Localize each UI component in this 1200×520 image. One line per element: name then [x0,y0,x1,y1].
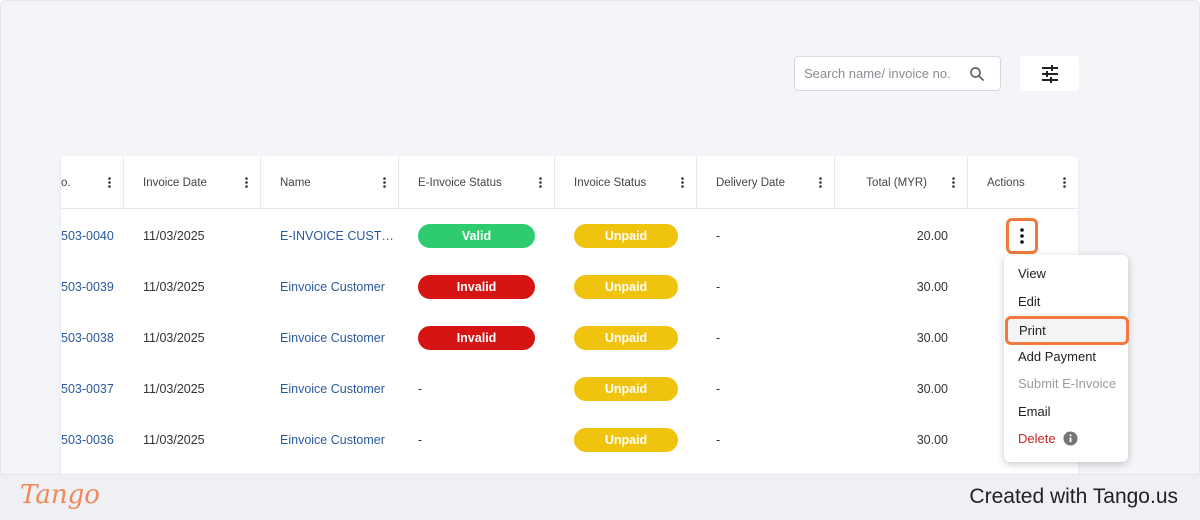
einvoice-status-badge: Invalid [418,274,535,299]
invoice-date: 11/03/2025 [143,432,205,447]
menu-item-submit-einvoice: Submit E-Invoice [1018,376,1117,391]
sliders-icon [1041,64,1058,83]
column-label: Delivery Date [716,176,786,189]
column-header-actions[interactable]: Actions [968,156,1078,209]
invoice-status-cell: Unpaid [574,363,678,414]
invoice-status-badge: Unpaid [574,427,678,452]
row-actions-menu: View Edit Print Add Payment Submit E-Inv… [1004,255,1129,462]
invoice-date: 11/03/2025 [143,228,205,243]
search-box[interactable] [794,56,1001,91]
column-header-invoice-no[interactable]: o. [61,156,124,209]
column-header-invoice-date[interactable]: Invoice Date [124,156,261,209]
invoice-no[interactable]: 503-0039 [61,261,114,312]
customer-name[interactable]: E-INVOICE CUST… [280,210,394,261]
column-label: o. [61,176,71,189]
search-icon[interactable] [968,65,986,83]
delivery-date: - [716,381,721,396]
table-header: o. Invoice Date Name E-Invoice Status In… [61,156,1078,209]
delivery-date: - [716,228,721,243]
invoice-total: 20.00 [916,228,948,243]
menu-item-email[interactable]: Email [1004,398,1128,425]
invoice-date: 11/03/2025 [143,279,205,294]
invoice-no[interactable]: 503-0036 [61,414,114,465]
einvoice-status-cell: Invalid [418,312,535,363]
table-row[interactable]: 503-0039 11/03/2025 Einvoice Customer In… [61,261,1078,312]
invoice-date: 11/03/2025 [143,330,205,345]
einvoice-status-badge: Invalid [418,325,535,350]
column-header-invoice-status[interactable]: Invoice Status [555,156,697,209]
tango-logo: Tango [20,480,100,510]
invoice-status-badge: Unpaid [574,274,678,299]
invoice-total: 30.00 [916,330,948,345]
more-vertical-icon[interactable] [108,177,111,188]
more-vertical-icon[interactable] [539,177,542,188]
table-row[interactable]: 503-0038 11/03/2025 Einvoice Customer In… [61,312,1078,363]
delivery-date: - [716,330,721,345]
menu-item-edit[interactable]: Edit [1004,288,1128,315]
column-header-delivery-date[interactable]: Delivery Date [697,156,835,209]
einvoice-status: - [418,432,423,447]
column-label: Actions [987,176,1025,189]
invoice-status-cell: Unpaid [574,414,678,465]
more-vertical-icon[interactable] [245,177,248,188]
created-with-text: Created with Tango.us [969,485,1178,508]
column-header-total[interactable]: Total (MYR) [835,156,968,209]
more-vertical-icon[interactable] [383,177,386,188]
menu-item-view[interactable]: View [1004,260,1128,287]
einvoice-status: - [418,381,423,396]
info-icon[interactable] [1063,431,1078,446]
customer-name[interactable]: Einvoice Customer [280,363,385,414]
more-vertical-icon[interactable] [681,177,684,188]
einvoice-status-cell: Valid [418,210,535,261]
customer-name[interactable]: Einvoice Customer [280,261,385,312]
invoice-status-cell: Unpaid [574,261,678,312]
invoice-table: o. Invoice Date Name E-Invoice Status In… [61,156,1078,474]
more-vertical-icon[interactable] [819,177,822,188]
invoice-total: 30.00 [916,432,948,447]
column-label: Invoice Date [143,176,207,189]
invoice-no[interactable]: 503-0037 [61,363,114,414]
invoice-date: 11/03/2025 [143,381,205,396]
delivery-date: - [716,432,721,447]
menu-item-delete-label: Delete [1018,431,1056,446]
table-row[interactable]: 503-0040 11/03/2025 E-INVOICE CUST… Vali… [61,210,1078,261]
table-row[interactable]: 503-0036 11/03/2025 Einvoice Customer - … [61,414,1078,465]
column-header-einvoice-status[interactable]: E-Invoice Status [399,156,555,209]
column-header-name[interactable]: Name [261,156,399,209]
column-label: Invoice Status [574,176,647,189]
einvoice-status-badge: Valid [418,223,535,248]
invoice-status-badge: Unpaid [574,223,678,248]
menu-item-print[interactable]: Print [1005,316,1129,345]
invoice-status-cell: Unpaid [574,210,678,261]
column-label: E-Invoice Status [418,176,502,189]
app-canvas: o. Invoice Date Name E-Invoice Status In… [0,0,1200,475]
tango-footer: Tango Created with Tango.us [0,475,1200,520]
column-label: Total (MYR) [866,176,927,189]
menu-item-add-payment[interactable]: Add Payment [1004,343,1128,370]
invoice-no[interactable]: 503-0040 [61,210,114,261]
einvoice-status-cell: Invalid [418,261,535,312]
table-row[interactable]: 503-0037 11/03/2025 Einvoice Customer - … [61,363,1078,414]
customer-name[interactable]: Einvoice Customer [280,414,385,465]
invoice-status-badge: Unpaid [574,325,678,350]
customer-name[interactable]: Einvoice Customer [280,312,385,363]
more-vertical-icon[interactable] [952,177,955,188]
row-actions-button[interactable] [1006,218,1038,254]
menu-item-delete[interactable]: Delete [1004,425,1128,452]
filter-button[interactable] [1020,56,1079,91]
invoice-no[interactable]: 503-0038 [61,312,114,363]
invoice-total: 30.00 [916,381,948,396]
invoice-status-badge: Unpaid [574,376,678,401]
more-vertical-icon [1020,228,1024,244]
more-vertical-icon[interactable] [1063,177,1066,188]
invoice-status-cell: Unpaid [574,312,678,363]
invoice-total: 30.00 [916,279,948,294]
delivery-date: - [716,279,721,294]
column-label: Name [280,176,311,189]
search-input[interactable] [804,66,964,81]
